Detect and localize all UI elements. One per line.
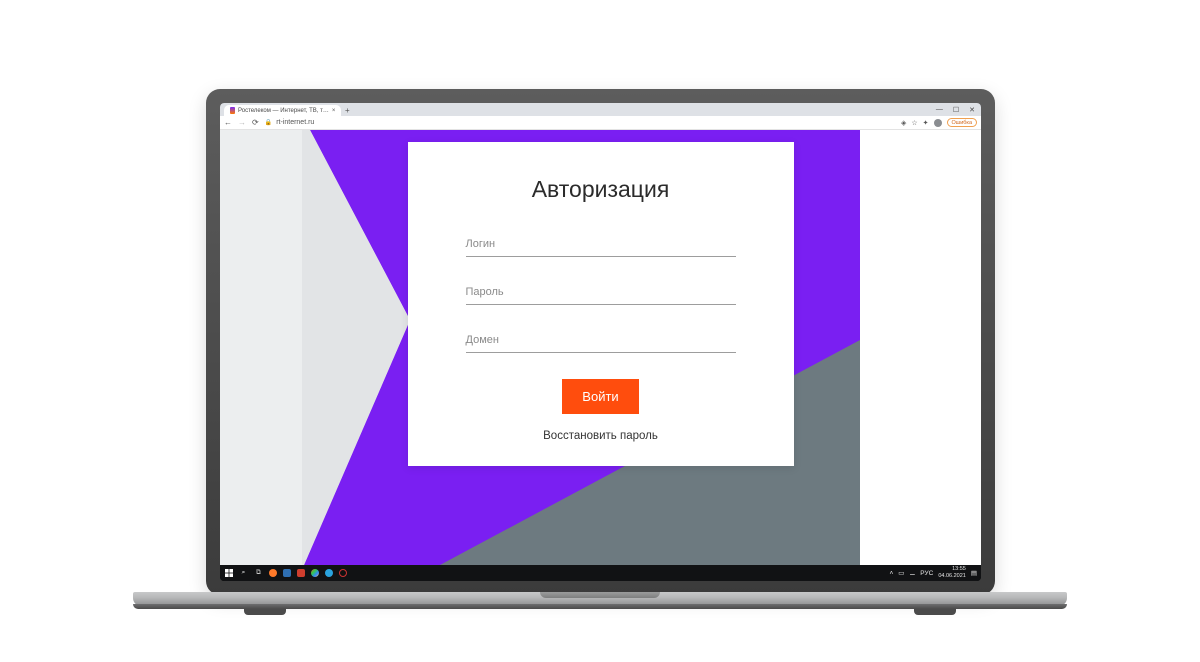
taskbar-app-office-icon[interactable] [297, 569, 305, 577]
url-text: rt-internet.ru [276, 119, 314, 126]
login-title: Авторизация [466, 176, 736, 203]
domain-input[interactable] [466, 336, 736, 350]
star-icon[interactable]: ☆ [911, 119, 917, 127]
tab-close-icon[interactable]: × [332, 108, 336, 114]
nav-forward-icon[interactable]: → [238, 118, 246, 127]
window-close-icon[interactable]: ✕ [969, 106, 975, 114]
nav-reload-icon[interactable]: ⟳ [252, 118, 259, 127]
taskview-icon[interactable]: ⧉ [254, 569, 263, 578]
window-maximize-icon[interactable]: ☐ [953, 106, 959, 114]
search-icon[interactable]: ⌕ [239, 569, 248, 578]
nav-back-icon[interactable]: ← [224, 118, 232, 127]
tray-clock[interactable]: 13:55 04.06.2021 [938, 566, 966, 580]
taskbar-app-chrome-icon[interactable] [311, 569, 319, 577]
taskbar-app-word-icon[interactable] [283, 569, 291, 577]
tray-network-icon[interactable]: ⚊ [909, 569, 915, 577]
page-content: Авторизация Логин Пароль Домен Войти [220, 130, 981, 565]
new-tab-button[interactable]: + [343, 105, 351, 116]
login-field[interactable]: Логин [466, 231, 736, 257]
windows-taskbar: ⌕ ⧉ ˄ ▭ ⚊ РУС 13:55 04.06.2021 [220, 565, 981, 581]
start-icon[interactable] [224, 569, 233, 578]
recover-password-link[interactable]: Восстановить пароль [466, 430, 736, 442]
login-button[interactable]: Войти [562, 379, 638, 414]
share-icon[interactable]: ◈ [901, 119, 906, 127]
laptop-notch [540, 592, 660, 598]
browser-toolbar: ← → ⟳ 🔒 rt-internet.ru ◈ ☆ ✦ Ошибка [220, 116, 981, 130]
laptop-foot-left [244, 609, 286, 615]
tray-lang[interactable]: РУС [920, 570, 933, 577]
favicon-icon [230, 107, 235, 114]
profile-avatar[interactable] [934, 119, 942, 127]
password-input[interactable] [466, 288, 736, 302]
error-chip[interactable]: Ошибка [947, 118, 978, 127]
password-field[interactable]: Пароль [466, 279, 736, 305]
login-input[interactable] [466, 240, 736, 254]
taskbar-app-telegram-icon[interactable] [325, 569, 333, 577]
laptop-foot-right [914, 609, 956, 615]
lock-icon: 🔒 [265, 119, 272, 126]
tray-date: 04.06.2021 [938, 573, 966, 579]
tray-time: 13:55 [952, 566, 966, 572]
taskbar-app-record-icon[interactable] [339, 569, 347, 577]
taskbar-app-firefox-icon[interactable] [269, 569, 277, 577]
tray-battery-icon[interactable]: ▭ [898, 569, 904, 577]
login-card: Авторизация Логин Пароль Домен Войти [408, 142, 794, 466]
tray-notifications-icon[interactable]: ▤ [971, 569, 977, 577]
window-minimize-icon[interactable]: — [936, 106, 943, 113]
browser-tabstrip: Ростелеком — Интернет, ТВ, т… × + — ☐ ✕ [220, 103, 981, 116]
browser-tab[interactable]: Ростелеком — Интернет, ТВ, т… × [224, 105, 341, 116]
domain-field[interactable]: Домен [466, 327, 736, 353]
address-bar[interactable]: 🔒 rt-internet.ru [265, 119, 315, 126]
tray-expand-icon[interactable]: ˄ [890, 570, 894, 577]
screen: Ростелеком — Интернет, ТВ, т… × + — ☐ ✕ … [220, 103, 981, 581]
extensions-icon[interactable]: ✦ [923, 119, 929, 127]
tab-title: Ростелеком — Интернет, ТВ, т… [238, 108, 329, 114]
laptop-frame: Ростелеком — Интернет, ТВ, т… × + — ☐ ✕ … [206, 89, 995, 595]
